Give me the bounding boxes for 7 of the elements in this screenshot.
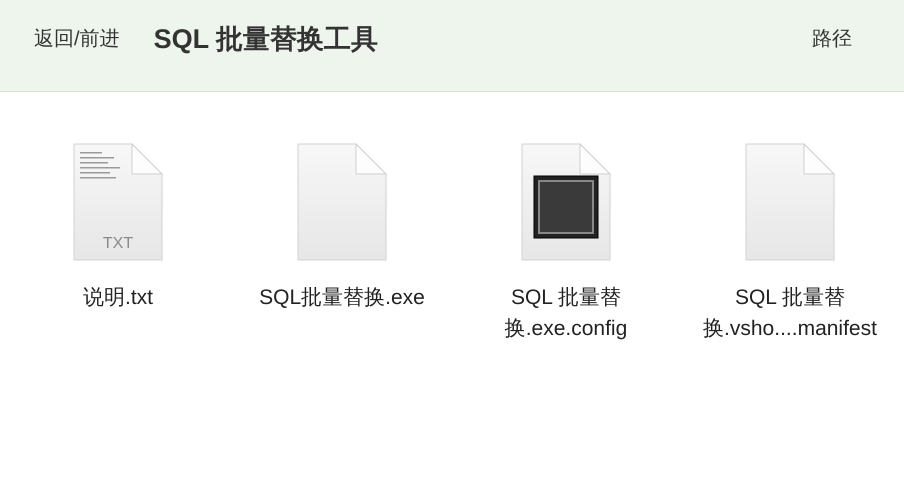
file-name[interactable]: SQL 批量替 换.exe.config [504, 282, 628, 344]
back-forward-button[interactable]: 返回/前进 [34, 25, 120, 52]
file-name[interactable]: SQL批量替换.exe [259, 282, 425, 313]
window-title: SQL 批量替换工具 [154, 22, 378, 56]
file-name[interactable]: 说明.txt [82, 282, 153, 313]
file-name[interactable]: SQL 批量替 换.vsho....manifest [703, 282, 877, 344]
path-button[interactable]: 路径 [812, 25, 852, 52]
